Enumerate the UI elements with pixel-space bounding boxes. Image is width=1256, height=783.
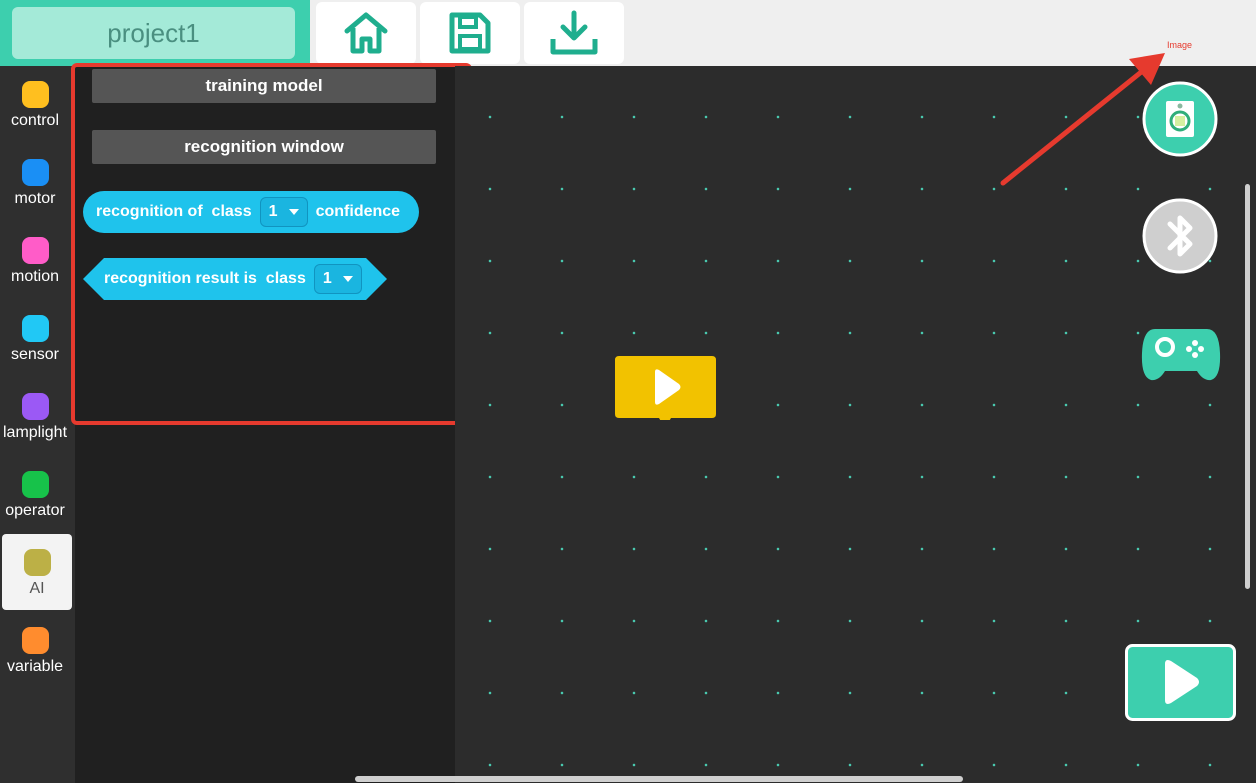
category-sidebar: control motor motion sensor lamplight op… bbox=[0, 66, 75, 783]
category-label: operator bbox=[5, 502, 65, 519]
run-button[interactable] bbox=[1125, 644, 1236, 721]
category-sensor[interactable]: sensor bbox=[0, 300, 70, 376]
gamepad-button[interactable] bbox=[1141, 325, 1221, 383]
ai-color-dot bbox=[23, 549, 51, 576]
category-variable[interactable]: variable bbox=[0, 612, 70, 688]
category-label: motor bbox=[14, 190, 56, 207]
project-tab: project1 bbox=[0, 0, 310, 66]
variable-color-dot bbox=[21, 627, 49, 654]
operator-color-dot bbox=[21, 471, 49, 498]
vertical-scrollbar[interactable] bbox=[1245, 184, 1250, 589]
highlight-box bbox=[71, 63, 472, 425]
category-label: AI bbox=[29, 580, 45, 597]
start-block[interactable] bbox=[615, 356, 716, 420]
download-icon bbox=[550, 10, 598, 55]
category-operator[interactable]: operator bbox=[0, 456, 70, 532]
category-label: control bbox=[10, 112, 60, 129]
category-label: variable bbox=[6, 658, 64, 675]
download-button[interactable] bbox=[524, 2, 624, 64]
gamepad-icon bbox=[1141, 329, 1221, 381]
category-lamplight[interactable]: lamplight bbox=[0, 378, 70, 454]
lamplight-color-dot bbox=[21, 393, 49, 420]
category-control[interactable]: control bbox=[0, 66, 70, 142]
control-color-dot bbox=[21, 81, 49, 108]
annotation-arrow bbox=[1000, 53, 1165, 186]
annotation-label: Image bbox=[1167, 40, 1193, 50]
bluetooth-button[interactable] bbox=[1142, 198, 1218, 274]
project-name[interactable]: project1 bbox=[12, 7, 295, 59]
category-label: motion bbox=[10, 268, 60, 285]
category-ai[interactable]: AI bbox=[2, 534, 72, 610]
motor-color-dot bbox=[21, 159, 49, 186]
category-label: sensor bbox=[10, 346, 60, 363]
category-motor[interactable]: motor bbox=[0, 144, 70, 220]
category-label: lamplight bbox=[2, 424, 68, 441]
home-icon bbox=[344, 12, 388, 54]
horizontal-scrollbar[interactable] bbox=[355, 776, 963, 782]
save-icon bbox=[449, 12, 491, 54]
home-button[interactable] bbox=[316, 2, 416, 64]
save-button[interactable] bbox=[420, 2, 520, 64]
sensor-color-dot bbox=[21, 315, 49, 342]
category-motion[interactable]: motion bbox=[0, 222, 70, 298]
motion-color-dot bbox=[21, 237, 49, 264]
